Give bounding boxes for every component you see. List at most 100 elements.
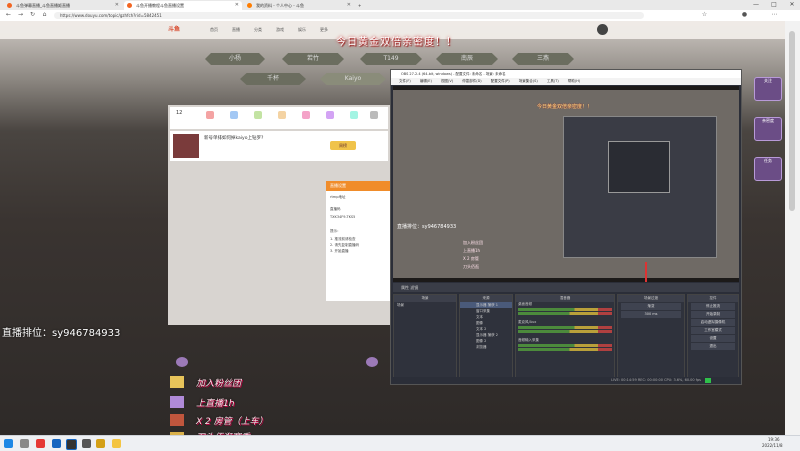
dialog-label: 1. 推流前请检查 (330, 237, 356, 241)
properties-button[interactable]: 属性 滤镜 (401, 285, 418, 290)
menu-item[interactable]: 场景集合(S) (519, 79, 538, 83)
volume-slider[interactable] (518, 348, 612, 351)
nested-danmaku: 刀头佰逛 (463, 264, 479, 269)
crown-icon[interactable] (326, 111, 334, 119)
clock-time[interactable]: 19:36 (768, 437, 780, 442)
sidebar-item[interactable]: 亲密度 (754, 117, 782, 141)
favorites-icon[interactable]: ☆ (700, 11, 709, 18)
tag-pill[interactable]: 南辰 (436, 53, 498, 65)
nav-link[interactable]: 更多 (320, 27, 328, 33)
close-tab-icon[interactable]: ✕ (115, 1, 119, 10)
nested-danmaku: 加入粉丝团 (463, 240, 483, 245)
gift-icon[interactable] (206, 111, 214, 119)
site-logo[interactable]: 斗鱼 (168, 25, 190, 35)
profile-icon[interactable]: ● (740, 11, 749, 18)
app-icon[interactable] (112, 439, 121, 448)
tag-pill[interactable]: 小杨 (205, 53, 265, 65)
start-recording-button[interactable]: 开始录制 (691, 311, 735, 318)
app-icon[interactable] (36, 439, 45, 448)
stream-key-field[interactable]: TXK34F9-TKS5 (330, 215, 355, 219)
page-scrollbar[interactable] (785, 21, 800, 435)
menu-item[interactable]: 工具(T) (547, 79, 559, 83)
browser-tab[interactable]: 斗鱼弹幕直播_斗鱼直播姬直播 ✕ (4, 1, 122, 10)
studio-mode-button[interactable]: 工作室模式 (691, 327, 735, 334)
browser-tab[interactable]: 我的资料 - 个人中心 - 斗鱼 ✕ (244, 1, 354, 10)
new-tab-button[interactable]: + (356, 1, 366, 10)
nested-danmaku: X 2 房管 (463, 256, 479, 261)
user-avatar[interactable] (597, 24, 608, 35)
browser-tab-active[interactable]: 斗鱼开播教程斗鱼直播设置 ✕ (124, 1, 242, 10)
promo-banner: 今日黄金双倍亲密度！！ (336, 37, 457, 48)
transition-select[interactable]: 渐变 (621, 303, 681, 310)
obs-icon[interactable] (66, 439, 77, 450)
menu-icon[interactable]: ⋯ (770, 11, 779, 18)
nav-link[interactable]: 直播 (232, 27, 240, 33)
tag-pill[interactable]: 三燕 (512, 53, 574, 65)
virtual-camera-button[interactable]: 启动虚拟摄像机 (691, 319, 735, 326)
more-icon[interactable] (370, 111, 378, 119)
people-icon[interactable] (350, 111, 358, 119)
stop-streaming-button[interactable]: 停止推流 (691, 303, 735, 310)
browser-tab-bar: 斗鱼弹幕直播_斗鱼直播姬直播 ✕ 斗鱼开播教程斗鱼直播设置 ✕ 我的资料 - 个… (0, 0, 800, 10)
scrollbar-thumb[interactable] (789, 31, 795, 211)
sources-dock: 来源 显示器 捕获 1 窗口采集 文本 图像 文本 2 显示器 捕获 2 图像 … (459, 294, 513, 378)
close-window-button[interactable]: ✕ (784, 0, 800, 10)
scenes-dock: 场景 场景 (393, 294, 457, 378)
menu-item[interactable]: 编辑(E) (420, 79, 432, 83)
nav-link[interactable]: 娱乐 (298, 27, 306, 33)
tag-pill[interactable]: T149 (360, 53, 422, 65)
nav-link[interactable]: 首页 (210, 27, 218, 33)
nested-danmaku: 上直播1h (463, 248, 481, 253)
volume-slider[interactable] (518, 330, 612, 333)
mixer-channel[interactable]: 音频输入采集 (516, 338, 614, 356)
nav-link[interactable]: 分类 (254, 27, 262, 33)
exit-button[interactable]: 退出 (691, 343, 735, 350)
right-sidebar: 关注 亲密度 任务 (750, 77, 784, 277)
tag-pill[interactable]: Kaiyo (320, 73, 386, 85)
bag-icon[interactable] (254, 111, 262, 119)
search-icon[interactable] (20, 439, 29, 448)
nav-link[interactable]: 游戏 (276, 27, 284, 33)
close-tab-icon[interactable]: ✕ (235, 1, 239, 10)
menu-item[interactable]: 文件(F) (399, 79, 411, 83)
tag-pill[interactable]: 千杯 (240, 73, 306, 85)
app-icon[interactable] (82, 439, 91, 448)
rank-badge[interactable]: 周榜 (330, 141, 356, 150)
url-input[interactable]: https://www.douyu.com/topic/gzhfch?rid=5… (54, 12, 644, 19)
star-icon[interactable] (278, 111, 286, 119)
menu-item[interactable]: 停靠部件(D) (462, 79, 481, 83)
emote-icon[interactable] (176, 357, 188, 367)
streamer-thumbnail[interactable] (173, 134, 199, 158)
duration-input[interactable]: 300 ms (621, 311, 681, 318)
chart-icon[interactable] (302, 111, 310, 119)
emote-icon[interactable] (366, 357, 378, 367)
menu-item[interactable]: 帮助(H) (568, 79, 580, 83)
tag-pill[interactable]: 若竹 (282, 53, 344, 65)
obs-preview[interactable]: 今日黄金双倍亲密度！！ 直播排位：sy946784933 加入粉丝团 上直播1h… (393, 86, 739, 282)
volume-slider[interactable] (518, 312, 612, 315)
sidebar-item[interactable]: 任务 (754, 157, 782, 181)
menu-item[interactable]: 配置文件(P) (491, 79, 510, 83)
settings-button[interactable]: 设置 (691, 335, 735, 342)
obs-window: OBS 27.2.4 (64-bit, windows) - 配置文件: 未命名… (390, 69, 742, 385)
folder-icon[interactable] (96, 439, 105, 448)
menu-item[interactable]: 视图(V) (441, 79, 453, 83)
back-icon[interactable]: ← (4, 11, 13, 18)
mixer-channel[interactable]: 桌面音频 (516, 302, 614, 320)
sidebar-item[interactable]: 关注 (754, 77, 782, 101)
source-item[interactable]: 浏览器 (460, 344, 512, 350)
minimize-button[interactable]: — (748, 0, 764, 10)
maximize-button[interactable]: □ (766, 0, 782, 10)
start-icon[interactable] (4, 439, 13, 448)
mixer-channel[interactable]: 麦克风/Aux (516, 320, 614, 338)
home-icon[interactable]: ⌂ (40, 11, 49, 18)
wifi-icon[interactable] (230, 111, 238, 119)
red-guide-line (645, 262, 647, 282)
pencil-icon (170, 376, 184, 388)
close-tab-icon[interactable]: ✕ (347, 1, 351, 10)
forward-icon[interactable]: → (16, 11, 25, 18)
refresh-icon[interactable]: ↻ (28, 11, 37, 18)
edge-icon[interactable] (52, 439, 61, 448)
scene-item[interactable]: 场景 (394, 302, 456, 308)
clock-date[interactable]: 2022/11/8 (762, 443, 783, 448)
